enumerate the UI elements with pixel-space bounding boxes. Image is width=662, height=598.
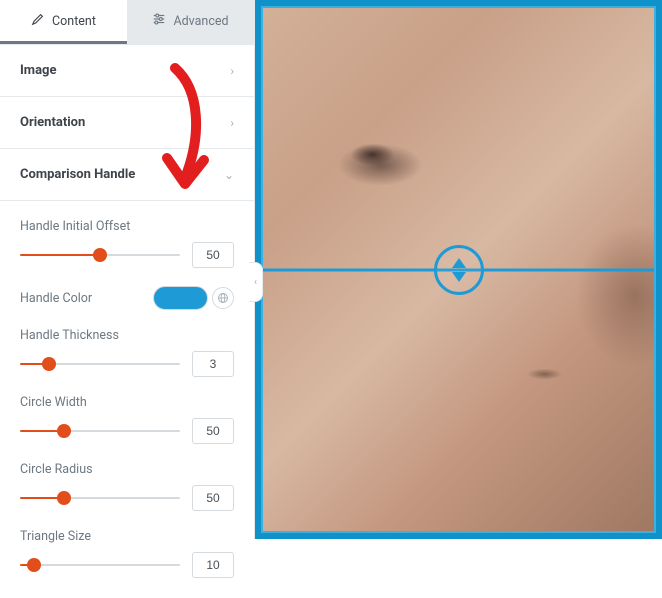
triangle-size-row xyxy=(20,552,234,578)
chevron-right-icon: › xyxy=(230,116,234,130)
handle-initial-offset-input[interactable] xyxy=(192,242,234,268)
handle-initial-offset-label: Handle Initial Offset xyxy=(20,219,234,234)
collapse-sidebar-button[interactable]: ‹ xyxy=(249,262,263,302)
tab-advanced-label: Advanced xyxy=(173,14,228,29)
section-orientation[interactable]: Orientation › xyxy=(0,97,254,149)
preview-canvas xyxy=(255,0,662,539)
comparison-handle-controls: Handle Initial Offset Handle Color Handl… xyxy=(0,201,254,598)
global-color-icon[interactable] xyxy=(212,287,234,309)
handle-color-swatch[interactable] xyxy=(153,286,208,310)
triangle-size-input[interactable] xyxy=(192,552,234,578)
triangle-down-icon xyxy=(452,272,466,282)
tabs-bar: Content Advanced xyxy=(0,0,254,45)
handle-color-row: Handle Color xyxy=(20,286,234,310)
circle-radius-input[interactable] xyxy=(192,485,234,511)
comparison-handle[interactable] xyxy=(434,245,484,295)
handle-thickness-input[interactable] xyxy=(192,351,234,377)
handle-thickness-slider[interactable] xyxy=(20,363,180,365)
triangle-size-label: Triangle Size xyxy=(20,529,234,544)
comparison-image[interactable] xyxy=(261,6,656,533)
section-image[interactable]: Image › xyxy=(0,45,254,97)
handle-initial-offset-slider[interactable] xyxy=(20,254,180,256)
circle-width-slider[interactable] xyxy=(20,430,180,432)
tab-advanced[interactable]: Advanced xyxy=(127,0,254,44)
chevron-right-icon: › xyxy=(230,64,234,78)
settings-sidebar: Content Advanced Image › Orientation › C xyxy=(0,0,255,539)
handle-thickness-row xyxy=(20,351,234,377)
triangle-up-icon xyxy=(452,258,466,268)
pencil-icon xyxy=(31,12,45,30)
handle-color-label: Handle Color xyxy=(20,291,92,306)
section-image-title: Image xyxy=(20,63,56,78)
circle-radius-row xyxy=(20,485,234,511)
section-comparison-handle[interactable]: Comparison Handle ⌄ xyxy=(0,149,254,201)
circle-radius-label: Circle Radius xyxy=(20,462,234,477)
tab-content[interactable]: Content xyxy=(0,0,127,44)
handle-color-controls xyxy=(153,286,234,310)
chevron-left-icon: ‹ xyxy=(254,277,257,288)
circle-width-row xyxy=(20,418,234,444)
circle-width-input[interactable] xyxy=(192,418,234,444)
circle-radius-slider[interactable] xyxy=(20,497,180,499)
handle-thickness-label: Handle Thickness xyxy=(20,328,234,343)
tab-content-label: Content xyxy=(52,14,96,29)
handle-initial-offset-row xyxy=(20,242,234,268)
section-orientation-title: Orientation xyxy=(20,115,85,130)
circle-width-label: Circle Width xyxy=(20,395,234,410)
triangle-size-slider[interactable] xyxy=(20,564,180,566)
section-comparison-handle-title: Comparison Handle xyxy=(20,167,135,182)
chevron-down-icon: ⌄ xyxy=(224,168,234,182)
sliders-icon xyxy=(152,12,166,30)
